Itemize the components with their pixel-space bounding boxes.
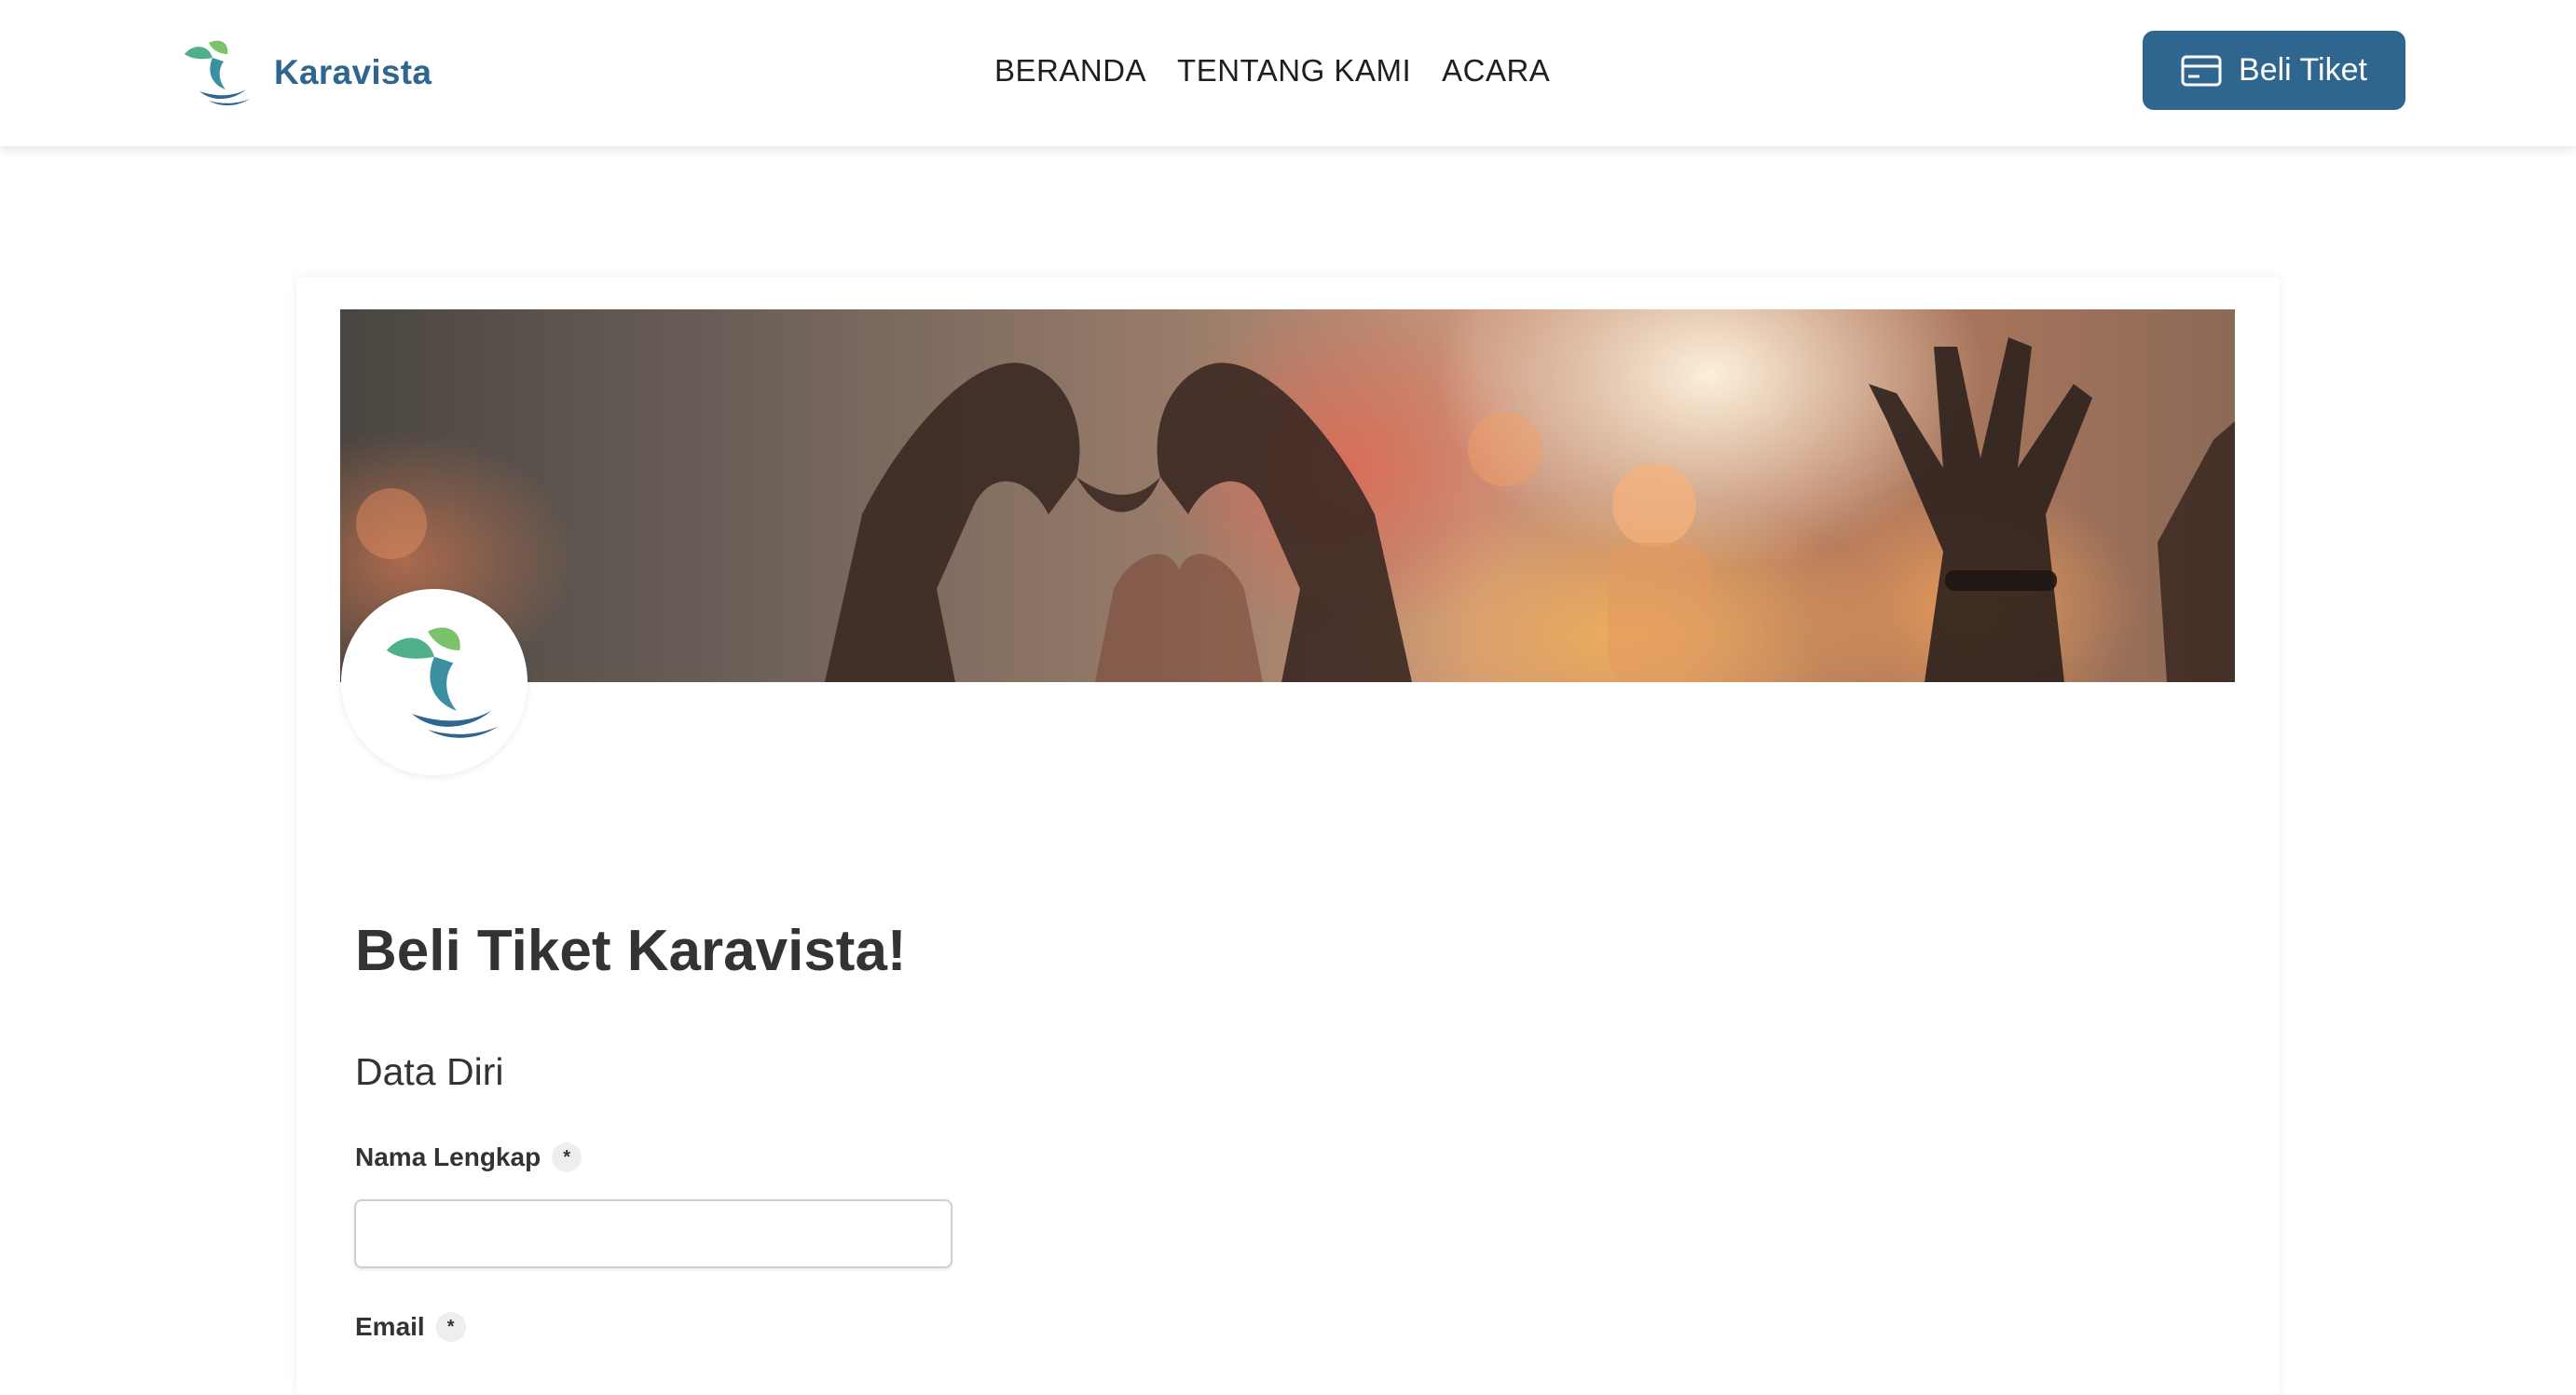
email-label-text: Email (355, 1312, 425, 1341)
brand-avatar (341, 589, 528, 775)
nav-acara[interactable]: ACARA (1442, 48, 1550, 93)
leaf-bird-logo-icon (185, 40, 250, 106)
form-title: Beli Tiket Karavista! (355, 919, 907, 983)
brand-name: Karavista (274, 53, 432, 91)
full-name-label: Nama Lengkap * (355, 1142, 582, 1172)
nav-beranda[interactable]: BERANDA (994, 48, 1146, 93)
full-name-input[interactable] (354, 1199, 952, 1268)
leaf-bird-logo-icon (386, 627, 499, 738)
full-name-label-text: Nama Lengkap (355, 1142, 541, 1171)
buy-ticket-button[interactable]: Beli Tiket (2143, 31, 2405, 110)
concert-crowd-illustration (356, 337, 2235, 682)
credit-card-icon (2181, 55, 2222, 86)
section-title-data-diri: Data Diri (355, 1050, 504, 1093)
required-marker: * (552, 1142, 582, 1172)
nav-tentang-kami[interactable]: TENTANG KAMI (1177, 48, 1411, 93)
brand-home-link[interactable]: Karavista (171, 35, 432, 110)
concert-banner-image (340, 309, 2235, 682)
main-nav: BERANDA TENTANG KAMI ACARA (994, 48, 1550, 93)
buy-ticket-label: Beli Tiket (2239, 52, 2367, 88)
email-label: Email * (355, 1312, 466, 1342)
required-marker: * (435, 1312, 466, 1342)
site-header: Karavista BERANDA TENTANG KAMI ACARA Bel… (0, 0, 2576, 146)
